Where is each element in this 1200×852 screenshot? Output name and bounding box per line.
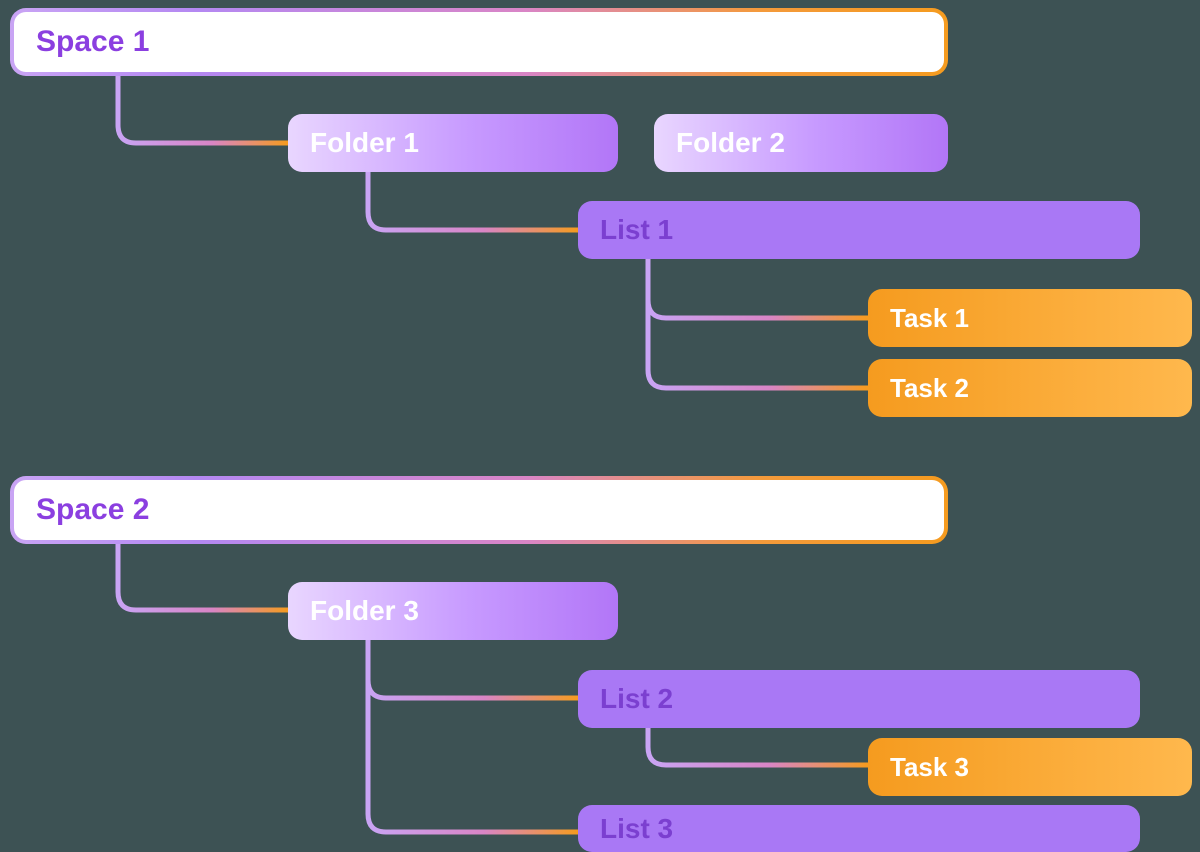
space-label: Space 2 xyxy=(14,480,944,540)
hierarchy-diagram: Space 1 Folder 1 Folder 2 List 1 Task 1 … xyxy=(0,0,1200,852)
folder-node-3[interactable]: Folder 3 xyxy=(288,582,618,640)
list-label: List 2 xyxy=(600,683,673,715)
space-node-1[interactable]: Space 1 xyxy=(10,8,948,76)
folder-label: Folder 1 xyxy=(310,127,419,159)
task-node-2[interactable]: Task 2 xyxy=(868,359,1192,417)
task-node-3[interactable]: Task 3 xyxy=(868,738,1192,796)
list-label: List 1 xyxy=(600,214,673,246)
folder-label: Folder 2 xyxy=(676,127,785,159)
folder-node-2[interactable]: Folder 2 xyxy=(654,114,948,172)
space-label: Space 1 xyxy=(14,12,944,72)
folder-node-1[interactable]: Folder 1 xyxy=(288,114,618,172)
list-node-1[interactable]: List 1 xyxy=(578,201,1140,259)
list-node-2[interactable]: List 2 xyxy=(578,670,1140,728)
folder-label: Folder 3 xyxy=(310,595,419,627)
space-node-2[interactable]: Space 2 xyxy=(10,476,948,544)
list-node-3[interactable]: List 3 xyxy=(578,805,1140,852)
task-label: Task 2 xyxy=(890,373,969,404)
list-label: List 3 xyxy=(600,813,673,845)
task-label: Task 3 xyxy=(890,752,969,783)
task-label: Task 1 xyxy=(890,303,969,334)
task-node-1[interactable]: Task 1 xyxy=(868,289,1192,347)
